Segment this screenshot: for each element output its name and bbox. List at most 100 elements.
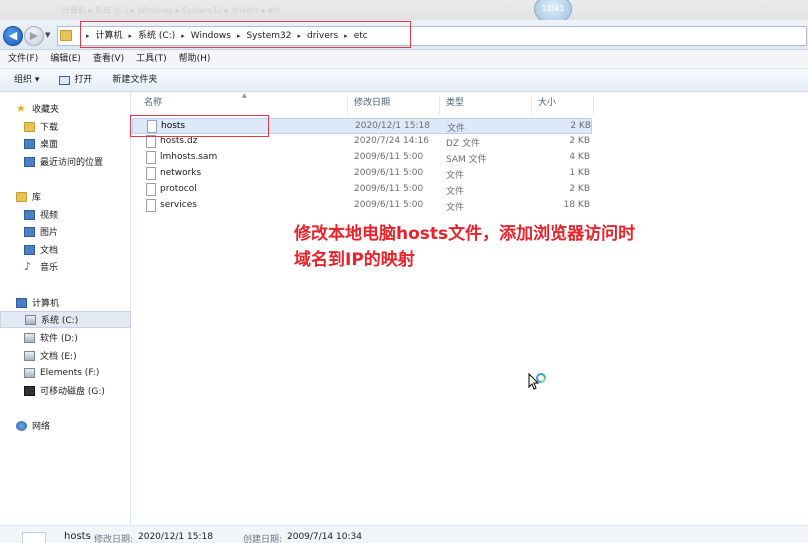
- column-header-type[interactable]: 类型: [440, 96, 532, 114]
- back-button[interactable]: ◀: [3, 26, 23, 46]
- file-icon: [146, 199, 156, 212]
- menu-edit[interactable]: 编辑(E): [50, 50, 81, 68]
- annotation-line: 域名到IP的映射: [294, 250, 415, 270]
- arrow-left-icon: ◀: [8, 29, 18, 42]
- file-modified: 2009/6/11 5:00: [354, 184, 424, 194]
- nav-label: 可移动磁盘 (G:): [40, 387, 105, 397]
- nav-drive-g[interactable]: 可移动磁盘 (G:): [0, 382, 131, 399]
- column-label: 类型: [446, 98, 465, 108]
- desktop-icon: [24, 138, 35, 149]
- file-icon: [146, 183, 156, 196]
- file-size: 2 KB: [569, 184, 590, 194]
- status-modified-value: 2020/12/1 15:18: [138, 532, 213, 542]
- video-icon: [24, 209, 35, 220]
- nav-label: 最近访问的位置: [40, 158, 104, 168]
- drive-icon: [24, 332, 35, 343]
- file-list: 名称 ▲ 修改日期 类型 大小 hosts 2020/12/1 15:18 文件…: [132, 92, 808, 525]
- library-icon: [16, 191, 27, 202]
- file-row[interactable]: services 2009/6/11 5:00 文件 18 KB: [132, 198, 592, 214]
- recent-places-icon: [24, 156, 35, 167]
- file-type: 文件: [446, 171, 465, 181]
- file-size: 2 KB: [569, 136, 590, 146]
- navigation-pane: ★ 收藏夹 下载 桌面 最近访问的位置 库 视频 图片 文档 ♪ 音乐 计算机 …: [0, 92, 131, 525]
- status-created-label: 创建日期:: [243, 535, 283, 543]
- nav-drive-c[interactable]: 系统 (C:): [0, 311, 131, 328]
- file-modified: 2009/6/11 5:00: [354, 200, 424, 210]
- file-size: 18 KB: [563, 200, 590, 210]
- system-drive-icon: [25, 314, 36, 325]
- nav-desktop[interactable]: 桌面: [0, 135, 131, 152]
- nav-documents[interactable]: 文档: [0, 241, 131, 258]
- nav-computer[interactable]: 计算机: [0, 294, 131, 311]
- nav-label: 收藏夹: [32, 105, 60, 115]
- details-pane: hosts 修改日期: 2020/12/1 15:18 创建日期: 2009/7…: [0, 525, 808, 543]
- file-name: lmhosts.sam: [160, 152, 218, 162]
- nav-downloads[interactable]: 下载: [0, 118, 131, 135]
- file-modified: 2009/6/11 5:00: [354, 168, 424, 178]
- network-icon: [16, 420, 27, 431]
- column-header-name[interactable]: 名称: [132, 96, 348, 114]
- nav-label: 视频: [40, 211, 59, 221]
- picture-icon: [24, 226, 35, 237]
- nav-drive-d[interactable]: 软件 (D:): [0, 329, 131, 346]
- forward-button[interactable]: ▶: [24, 26, 44, 46]
- column-label: 大小: [538, 98, 557, 108]
- nav-label: 下载: [40, 123, 59, 133]
- menu-tools[interactable]: 工具(T): [136, 50, 167, 68]
- busy-cursor-icon: [528, 372, 546, 390]
- title-bar: 计算机 ▸ 系统 (C:) ▸ Windows ▸ System32 ▸ dri…: [0, 0, 808, 20]
- file-name: hosts.dz: [160, 136, 198, 146]
- nav-favorites[interactable]: ★ 收藏夹: [0, 100, 131, 117]
- window-icon: [59, 75, 71, 85]
- menu-help[interactable]: 帮助(H): [179, 50, 211, 68]
- column-header-size[interactable]: 大小: [532, 96, 594, 114]
- nav-label: 计算机: [32, 299, 60, 309]
- status-created-value: 2009/7/14 10:34: [287, 532, 362, 542]
- nav-drive-e[interactable]: 文档 (E:): [0, 347, 131, 364]
- nav-drive-f[interactable]: Elements (F:): [0, 364, 131, 381]
- new-folder-button[interactable]: 新建文件夹: [112, 69, 157, 91]
- nav-label: 文档 (E:): [40, 352, 77, 362]
- open-button[interactable]: 打开: [59, 69, 92, 91]
- nav-label: 系统 (C:): [41, 316, 79, 326]
- file-name: services: [160, 200, 197, 210]
- removable-drive-icon: [24, 385, 35, 396]
- file-name: protocol: [160, 184, 197, 194]
- nav-label: Elements (F:): [40, 367, 100, 378]
- file-row[interactable]: networks 2009/6/11 5:00 文件 1 KB: [132, 166, 592, 182]
- menu-view[interactable]: 查看(V): [93, 50, 124, 68]
- download-folder-icon: [24, 121, 35, 132]
- window-title: 计算机 ▸ 系统 (C:) ▸ Windows ▸ System32 ▸ dri…: [62, 6, 281, 15]
- nav-label: 库: [32, 193, 42, 203]
- recent-pages-dropdown[interactable]: ▼: [45, 31, 50, 39]
- folder-icon: [60, 30, 72, 41]
- file-modified: 2020/7/24 14:16: [354, 136, 429, 146]
- nav-music[interactable]: ♪ 音乐: [0, 258, 131, 275]
- organize-button[interactable]: 组织 ▾: [14, 69, 39, 91]
- status-modified-label: 修改日期:: [94, 535, 134, 543]
- nav-recent[interactable]: 最近访问的位置: [0, 153, 131, 170]
- file-type: 文件: [446, 187, 465, 197]
- nav-network[interactable]: 网络: [0, 417, 131, 434]
- file-size: 4 KB: [569, 152, 590, 162]
- nav-label: 网络: [32, 422, 51, 432]
- nav-label: 图片: [40, 228, 59, 238]
- music-note-icon: ♪: [24, 259, 32, 273]
- open-label: 打开: [74, 75, 93, 85]
- file-modified: 2020/12/1 15:18: [355, 121, 430, 131]
- clock-time: 11:41: [541, 4, 565, 13]
- file-size: 1 KB: [569, 168, 590, 178]
- nav-pictures[interactable]: 图片: [0, 223, 131, 240]
- nav-label: 软件 (D:): [40, 334, 78, 344]
- file-row[interactable]: protocol 2009/6/11 5:00 文件 2 KB: [132, 182, 592, 198]
- drive-icon: [24, 350, 35, 361]
- file-icon: [22, 532, 46, 543]
- file-row[interactable]: lmhosts.sam 2009/6/11 5:00 SAM 文件 4 KB: [132, 150, 592, 166]
- column-header-modified[interactable]: 修改日期: [348, 96, 440, 114]
- nav-videos[interactable]: 视频: [0, 206, 131, 223]
- star-icon: ★: [16, 101, 26, 115]
- menu-file[interactable]: 文件(F): [8, 50, 38, 68]
- arrow-right-icon: ▶: [29, 29, 39, 42]
- menu-bar: 文件(F) 编辑(E) 查看(V) 工具(T) 帮助(H): [0, 50, 808, 68]
- nav-libraries[interactable]: 库: [0, 188, 131, 205]
